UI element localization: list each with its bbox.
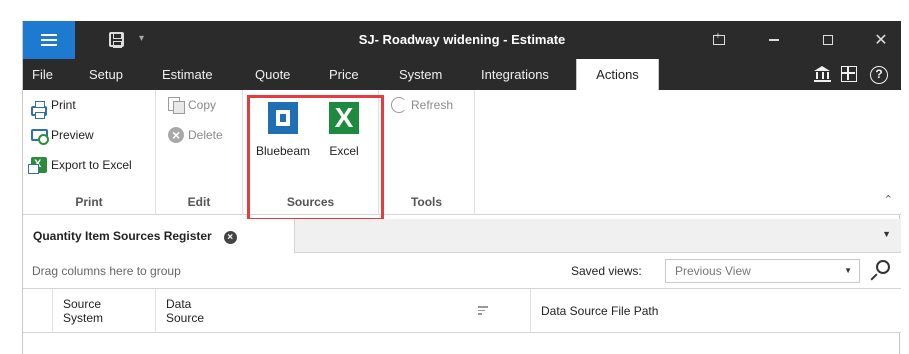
menu-quote[interactable]: Quote xyxy=(255,59,290,90)
bluebeam-button-label: Bluebeam xyxy=(255,144,311,158)
layout-icon xyxy=(713,31,725,45)
group-by-panel: Drag columns here to group Saved views: … xyxy=(23,253,901,289)
close-tab-icon[interactable]: × xyxy=(223,231,237,244)
refresh-button-label: Refresh xyxy=(411,98,454,112)
ribbon-group-print: Print Preview Export to Excel Print xyxy=(23,90,156,215)
menu-integrations[interactable]: Integrations xyxy=(481,59,549,90)
delete-button-label: Delete xyxy=(188,128,223,142)
printer-icon xyxy=(31,101,47,119)
excel-button[interactable]: Excel xyxy=(319,98,369,158)
column-data-source[interactable]: Data Source xyxy=(156,289,531,333)
bank-icon[interactable] xyxy=(814,66,831,83)
menu-system[interactable]: System xyxy=(399,59,442,90)
print-button-label: Print xyxy=(51,98,76,112)
tab-quantity-item-sources-register[interactable]: Quantity Item Sources Register × xyxy=(23,219,295,253)
close-icon: ✕ xyxy=(874,32,888,49)
excel-icon xyxy=(329,102,359,134)
chevron-down-icon: ▼ xyxy=(844,266,852,275)
ribbon-group-sources: Bluebeam Excel Sources xyxy=(243,90,379,215)
hamburger-menu-button[interactable] xyxy=(23,21,75,59)
menu-bar: File Setup Estimate Quote Price System I… xyxy=(23,59,901,90)
print-group-label: Print xyxy=(75,195,103,209)
minimize-button[interactable] xyxy=(754,21,794,59)
tab-list-dropdown-icon[interactable]: ▼ xyxy=(882,229,891,239)
print-preview-icon xyxy=(31,127,49,145)
export-excel-icon xyxy=(28,153,47,175)
column-header-label: Data Source File Path xyxy=(541,304,659,318)
grid-layout-icon[interactable] xyxy=(841,66,857,82)
ribbon: Print Preview Export to Excel Print Copy… xyxy=(23,90,901,215)
bluebeam-button[interactable]: Bluebeam xyxy=(253,98,313,158)
group-by-hint[interactable]: Drag columns here to group xyxy=(32,264,181,278)
saved-views-label: Saved views: xyxy=(571,264,642,278)
delete-icon xyxy=(168,124,184,146)
refresh-button[interactable]: Refresh xyxy=(391,94,453,116)
edit-group-label: Edit xyxy=(187,195,211,209)
save-icon[interactable] xyxy=(109,32,124,48)
column-header-line: System xyxy=(63,311,104,325)
print-button[interactable]: Print xyxy=(31,94,76,119)
ribbon-group-edit: Copy Delete Edit xyxy=(156,90,243,215)
sort-icon[interactable] xyxy=(478,306,488,315)
export-to-excel-label: Export to Excel xyxy=(51,158,132,172)
copy-button[interactable]: Copy xyxy=(168,94,216,116)
saved-views-value: Previous View xyxy=(675,264,751,278)
menu-file[interactable]: File xyxy=(32,59,53,90)
row-selector-header[interactable] xyxy=(23,289,53,333)
minimize-icon xyxy=(769,39,779,41)
sources-group-label: Sources xyxy=(286,195,335,209)
document-tab-strip: Quantity Item Sources Register × ▼ xyxy=(23,219,901,253)
delete-button[interactable]: Delete xyxy=(168,124,223,146)
column-header-line: Source xyxy=(166,311,205,325)
title-bar: ▾ SJ- Roadway widening - Estimate ✕ xyxy=(23,21,901,59)
close-button[interactable]: ✕ xyxy=(861,21,901,59)
refresh-icon xyxy=(391,97,407,113)
menu-price[interactable]: Price xyxy=(329,59,359,90)
excel-button-label: Excel xyxy=(329,144,359,158)
saved-views-select[interactable]: Previous View ▼ xyxy=(665,259,860,283)
bluebeam-icon xyxy=(268,102,298,134)
column-header-line: Data xyxy=(166,297,192,311)
restore-layout-button[interactable] xyxy=(699,21,739,59)
column-header-line: Source xyxy=(63,297,102,311)
grid-header: Source System Data Source Data Source File… xyxy=(23,289,901,333)
app-window: ▾ SJ- Roadway widening - Estimate ✕ File… xyxy=(22,21,901,354)
search-icon[interactable] xyxy=(870,260,893,282)
maximize-button[interactable] xyxy=(808,21,848,59)
maximize-icon xyxy=(823,35,833,45)
collapse-ribbon-icon[interactable]: ⌃ xyxy=(884,193,893,206)
column-data-source-file-path[interactable]: Data Source File Path xyxy=(531,289,901,333)
copy-button-label: Copy xyxy=(188,98,217,112)
preview-button[interactable]: Preview xyxy=(31,124,94,146)
hamburger-icon xyxy=(41,34,57,46)
column-source-system[interactable]: Source System xyxy=(53,289,156,333)
menu-setup[interactable]: Setup xyxy=(89,59,123,90)
menu-estimate[interactable]: Estimate xyxy=(162,59,213,90)
help-icon[interactable]: ? xyxy=(870,66,888,84)
preview-button-label: Preview xyxy=(51,128,94,142)
export-to-excel-button[interactable]: Export to Excel xyxy=(28,153,132,176)
tab-title: Quantity Item Sources Register xyxy=(33,229,212,243)
copy-icon xyxy=(168,97,185,114)
quick-access-dropdown-icon[interactable]: ▾ xyxy=(139,33,144,44)
menu-actions[interactable]: Actions xyxy=(576,59,659,90)
tools-group-label: Tools xyxy=(410,195,443,209)
ribbon-group-tools: Refresh Tools xyxy=(379,90,475,215)
